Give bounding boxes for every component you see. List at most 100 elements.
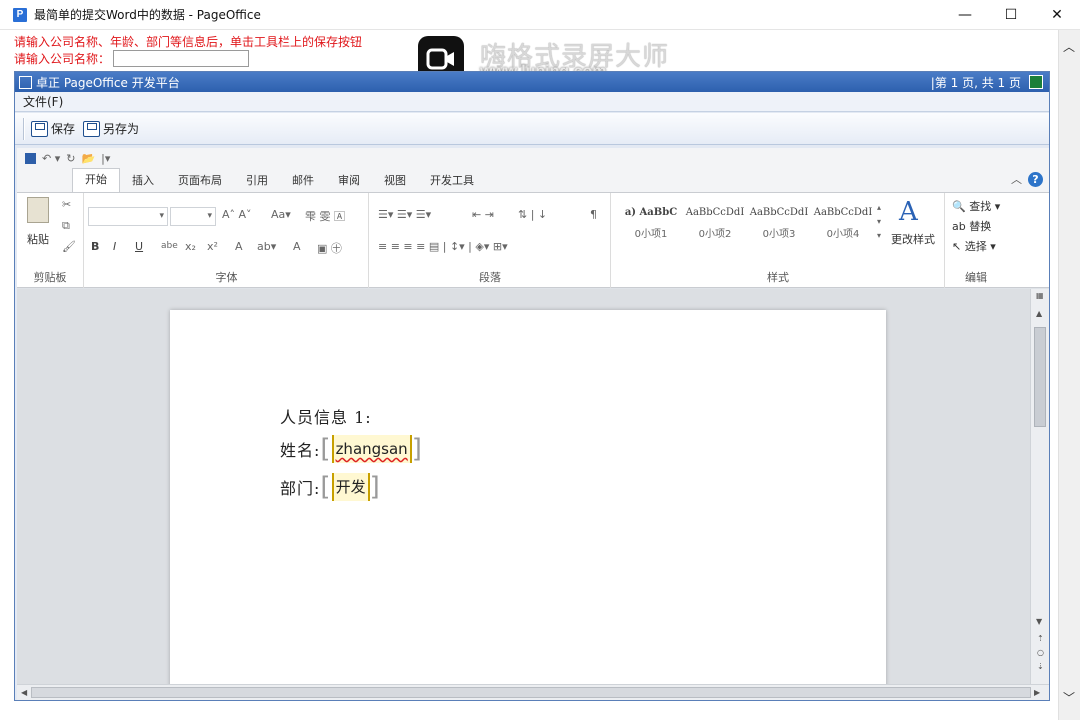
style-name-4: 0小项4	[826, 229, 860, 240]
show-marks-icon[interactable]: ¶	[590, 208, 597, 221]
indent-icon[interactable]: ⇤ ⇥	[472, 208, 494, 221]
group-editing: 🔍 查找 ▾ ab 替换 ↖ 选择 ▾ 编辑	[946, 193, 1006, 288]
copy-icon[interactable]: ⧉	[62, 219, 70, 233]
phonetic-icon[interactable]: 雫 雯 🄰	[305, 208, 345, 224]
save-icon	[31, 120, 48, 137]
group-font: ▾ ▾ A˄ A˅ Aa▾ 雫 雯 🄰 B I U abe x₂ x² A ab…	[85, 193, 369, 288]
dept-field-value[interactable]: 开发	[331, 473, 370, 501]
style-item-3[interactable]: AaBbCcDdI 0小项3	[748, 201, 810, 245]
save-as-button[interactable]: 另存为	[83, 120, 139, 137]
scroll-right-arrow-icon[interactable]: ▶	[1034, 688, 1040, 697]
style-item-4[interactable]: AaBbCcDdI 0小项4	[812, 201, 874, 245]
browse-object-icon[interactable]: ○	[1037, 648, 1044, 657]
align-icons[interactable]: ≡ ≡ ≡ ≡ ▤ | ↕▾ | ◈▾ ⊞▾	[378, 240, 508, 253]
find-button[interactable]: 🔍 查找 ▾	[952, 198, 1000, 214]
help-icon[interactable]: ?	[1028, 171, 1043, 187]
font-size-combo[interactable]: ▾	[170, 207, 216, 226]
change-styles-icon[interactable]: A	[899, 197, 918, 227]
horizontal-scroll-thumb[interactable]	[31, 687, 1031, 698]
style-name-3: 0小项3	[762, 229, 796, 240]
change-styles-label[interactable]: 更改样式	[891, 231, 935, 247]
tab-view[interactable]: 视图	[372, 170, 418, 192]
qat-save-icon[interactable]	[25, 152, 36, 164]
format-painter-icon[interactable]: 🖌	[62, 240, 76, 253]
close-button[interactable]: ✕	[1034, 0, 1080, 30]
document-vertical-scrollbar[interactable]: ▦ ▲ ▼ ⇡ ○ ⇣	[1030, 289, 1049, 684]
scroll-up-arrow-icon[interactable]: ▲	[1036, 309, 1042, 318]
grow-font-icon[interactable]: A˄ A˅	[222, 208, 252, 221]
qat-customize-icon[interactable]: |▾	[101, 152, 110, 165]
document-canvas: 人员信息 1: 姓名: [ zhangsan ] 部门: [ 开发]	[17, 289, 1030, 690]
style-item-1[interactable]: a) AaBbC 0小项1	[620, 201, 682, 245]
collapse-ribbon-icon[interactable]: ︿	[1011, 171, 1022, 187]
page-scrollbar[interactable]: ︿ ﹀	[1058, 30, 1080, 720]
cut-icon[interactable]: ✂	[62, 198, 71, 211]
tab-review[interactable]: 审阅	[326, 170, 372, 192]
subscript-button[interactable]: x₂	[185, 240, 196, 253]
open-icon[interactable]: 📂	[81, 152, 95, 165]
bold-button[interactable]: B	[91, 240, 99, 253]
name-label: 姓名:	[280, 441, 321, 460]
menu-file[interactable]: 文件(F)	[23, 93, 63, 110]
style-name-2: 0小项2	[698, 229, 732, 240]
bracket-open: [	[320, 434, 332, 464]
text-effects-button[interactable]: A	[235, 240, 243, 253]
font-color-button[interactable]: A	[293, 240, 301, 253]
replace-button[interactable]: ab 替换	[952, 218, 991, 234]
scroll-down-arrow-icon[interactable]: ▼	[1036, 617, 1042, 626]
italic-button[interactable]: I	[113, 240, 116, 253]
fullscreen-icon[interactable]	[1029, 75, 1043, 89]
document-horizontal-scrollbar[interactable]: ◀ ▶	[17, 684, 1049, 700]
name-field[interactable]: [ zhangsan ]	[320, 435, 422, 463]
company-name-input[interactable]	[113, 50, 250, 67]
style-item-2[interactable]: AaBbCcDdI 0小项2	[684, 201, 746, 245]
pageoffice-titlebar: 卓正 PageOffice 开发平台 |第 1 页, 共 1 页	[15, 72, 1049, 92]
window-titlebar: P 最简单的提交Word中的数据 - PageOffice — ☐ ✕	[0, 0, 1080, 30]
maximize-button[interactable]: ☐	[988, 0, 1034, 30]
name-field-value[interactable]: zhangsan	[331, 435, 412, 463]
tab-developer[interactable]: 开发工具	[418, 170, 486, 192]
minimize-button[interactable]: —	[942, 0, 988, 30]
font-name-combo[interactable]: ▾	[88, 207, 168, 226]
highlight-icon[interactable]: ab▾	[257, 240, 276, 253]
superscript-button[interactable]: x²	[207, 240, 218, 253]
char-shading-icon[interactable]: ▣ ㊉	[317, 240, 342, 256]
clipboard-label: 剪贴板	[33, 271, 67, 284]
style-gallery-scroll[interactable]: ▴ ▾ ▾	[877, 201, 881, 243]
document-page[interactable]: 人员信息 1: 姓名: [ zhangsan ] 部门: [ 开发]	[170, 310, 886, 690]
paste-icon[interactable]	[27, 197, 49, 223]
select-button[interactable]: ↖ 选择 ▾	[952, 238, 996, 254]
scroll-up-icon[interactable]: ︿	[1063, 38, 1075, 55]
scroll-down-icon[interactable]: ﹀	[1063, 689, 1075, 706]
group-clipboard: 粘贴 ✂ ⧉ 🖌 剪贴板	[17, 193, 84, 288]
prev-page-icon[interactable]: ⇡	[1037, 634, 1044, 643]
save-button[interactable]: 保存	[31, 120, 75, 137]
tab-mailings[interactable]: 邮件	[280, 170, 326, 192]
scroll-left-arrow-icon[interactable]: ◀	[21, 688, 27, 697]
change-case-icon[interactable]: Aa▾	[271, 208, 291, 221]
underline-button[interactable]: U	[135, 240, 143, 253]
next-page-icon[interactable]: ⇣	[1037, 662, 1044, 671]
paste-label[interactable]: 粘贴	[27, 231, 49, 247]
pageoffice-toolbar: 保存 另存为	[15, 113, 1049, 145]
select-icon: ↖	[952, 240, 962, 253]
instruction-text: 请输入公司名称、年龄、部门等信息后，单击工具栏上的保存按钮	[14, 35, 363, 49]
tab-references[interactable]: 引用	[234, 170, 280, 192]
vertical-scroll-thumb[interactable]	[1034, 327, 1046, 427]
undo-icon[interactable]: ↶ ▾	[42, 152, 60, 165]
style-sample-3: AaBbCcDdI	[749, 207, 809, 218]
redo-icon[interactable]: ↻	[66, 152, 75, 165]
ruler-toggle-icon[interactable]: ▦	[1036, 291, 1044, 300]
doc-dept-row: 部门: [ 开发 ]	[280, 473, 381, 501]
save-as-icon	[83, 120, 101, 137]
tab-page-layout[interactable]: 页面布局	[166, 170, 234, 192]
bullets-icon[interactable]: ☰▾ ☰▾ ☰▾	[378, 208, 431, 221]
strikethrough-button[interactable]: abe	[161, 241, 178, 251]
window-title: 最简单的提交Word中的数据 - PageOffice	[34, 8, 261, 22]
quick-access-toolbar: ↶ ▾ ↻ 📂 |▾	[17, 148, 1049, 168]
sort-icon[interactable]: ⇅ | ↓	[518, 208, 547, 221]
tab-insert[interactable]: 插入	[120, 170, 166, 192]
dept-field[interactable]: [ 开发 ]	[320, 473, 380, 501]
tab-home[interactable]: 开始	[72, 168, 120, 192]
doc-name-row: 姓名: [ zhangsan ]	[280, 435, 423, 463]
